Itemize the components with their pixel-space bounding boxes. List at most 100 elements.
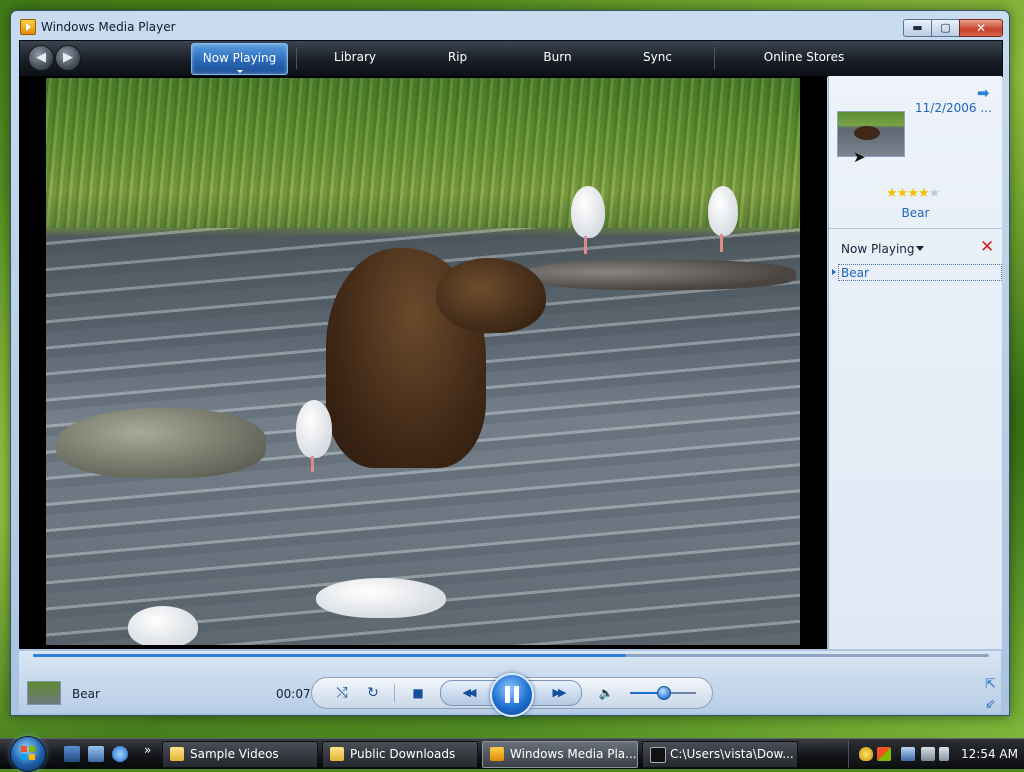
tab-rip[interactable]: Rip: [415, 43, 500, 73]
current-media-title: Bear: [72, 687, 100, 701]
nav-divider: [714, 47, 715, 69]
video-grass: [46, 78, 800, 228]
close-icon: ✕: [975, 21, 987, 35]
security-shield-icon[interactable]: [859, 747, 873, 761]
security-center-icon[interactable]: [877, 747, 891, 761]
folder-icon: [330, 747, 344, 761]
show-desktop-icon[interactable]: [64, 746, 80, 762]
video-frame-bear-in-river: [46, 78, 800, 645]
tab-label: Rip: [447, 50, 468, 64]
video-rock: [56, 408, 266, 478]
tab-label: Burn: [543, 50, 572, 64]
video-gull-leg: [584, 236, 587, 254]
video-gull: [128, 606, 198, 645]
video-gull: [316, 578, 446, 618]
network-icon[interactable]: [901, 747, 915, 761]
taskbar-item-media-player[interactable]: Windows Media Pla...: [482, 741, 638, 768]
tab-now-playing[interactable]: Now Playing: [191, 43, 288, 75]
mute-button[interactable]: 🔈: [595, 683, 617, 703]
star-filled-icon[interactable]: ★: [897, 186, 909, 201]
taskbar-item-sample-videos[interactable]: Sample Videos: [162, 741, 318, 768]
system-clock[interactable]: 12:54 AM: [961, 747, 1018, 761]
star-filled-icon[interactable]: ★: [918, 186, 930, 201]
now-playing-list-menu[interactable]: Now Playing: [841, 242, 915, 256]
minimize-button[interactable]: ▬: [903, 19, 931, 37]
window-title: Windows Media Player: [41, 20, 176, 34]
window-controls: ▬ ▢ ✕: [903, 19, 1003, 37]
tab-sync[interactable]: Sync: [610, 43, 705, 73]
video-rock: [526, 260, 796, 290]
command-prompt-icon: [650, 747, 666, 763]
list-pane: ➡ 11/2/2006 ... ➤ ★★★★★ Bear Now Playing…: [828, 76, 1002, 649]
star-rating[interactable]: ★★★★★: [886, 186, 941, 201]
next-button[interactable]: ▶▶: [541, 683, 575, 703]
playback-controls: Bear 00:07 ⤭ ↻ ■ ◀◀ ▶▶ 🔈 ⇱ ⇙: [19, 651, 1001, 717]
clear-list-icon[interactable]: ✕: [980, 237, 994, 257]
windows-logo-icon: [21, 746, 35, 760]
video-gull-leg: [311, 456, 314, 472]
tab-label: Sync: [643, 50, 672, 64]
back-button[interactable]: ◀: [28, 45, 54, 71]
video-gull: [571, 186, 605, 238]
forward-arrow-icon: ▶: [63, 50, 73, 65]
folder-icon: [170, 747, 184, 761]
now-playing-marker-icon: [832, 269, 836, 275]
start-button[interactable]: [10, 736, 46, 772]
taskbar-item-label: Windows Media Pla...: [510, 747, 637, 761]
video-gull: [708, 186, 738, 236]
volume-muted-icon[interactable]: [921, 747, 935, 761]
power-icon[interactable]: [939, 747, 949, 761]
taskbar-item-label: Sample Videos: [190, 747, 279, 761]
seek-progress: [33, 654, 626, 657]
previous-button[interactable]: ◀◀: [451, 683, 485, 703]
video-gull-leg: [720, 234, 723, 252]
media-title[interactable]: Bear: [829, 206, 1002, 220]
nav-divider: [296, 47, 297, 69]
playlist-item[interactable]: Bear: [838, 264, 1002, 281]
elapsed-time: 00:07: [276, 687, 311, 701]
tab-online-stores[interactable]: Online Stores: [730, 43, 878, 73]
media-player-icon: [490, 747, 504, 761]
quicklaunch-chevron[interactable]: »: [144, 743, 151, 757]
tab-label: Now Playing: [202, 51, 277, 65]
maximize-button[interactable]: ▢: [931, 19, 959, 37]
switch-windows-icon[interactable]: [88, 746, 104, 762]
taskbar-item-command-prompt[interactable]: C:\Users\vista\Dow...: [642, 741, 798, 768]
pause-button[interactable]: [490, 673, 534, 717]
title-bar[interactable]: Windows Media Player ▬ ▢ ✕: [11, 11, 1009, 39]
notification-area: 12:54 AM: [848, 740, 1024, 768]
pane-divider: [829, 228, 1002, 229]
media-date: 11/2/2006 ...: [915, 101, 992, 115]
volume-knob[interactable]: [657, 686, 671, 700]
minimize-icon: ▬: [912, 21, 923, 34]
chevron-down-icon[interactable]: [916, 246, 924, 251]
repeat-button[interactable]: ↻: [362, 683, 384, 703]
star-filled-icon[interactable]: ★: [886, 186, 898, 201]
tab-label: Online Stores: [763, 50, 845, 64]
stop-button[interactable]: ■: [407, 683, 429, 703]
tab-burn[interactable]: Burn: [510, 43, 605, 73]
star-filled-icon[interactable]: ★: [907, 186, 919, 201]
video-display[interactable]: [19, 76, 827, 649]
taskbar-item-label: C:\Users\vista\Dow...: [670, 747, 794, 761]
pause-icon: [505, 686, 510, 703]
album-art-thumbnail[interactable]: [837, 111, 905, 157]
taskbar: » Sample Videos Public Downloads Windows…: [0, 736, 1024, 772]
minimize-to-taskbar-icon[interactable]: ⇙: [985, 697, 996, 712]
internet-explorer-icon[interactable]: [112, 746, 128, 762]
seek-bar[interactable]: [33, 654, 989, 657]
tab-library[interactable]: Library: [305, 43, 405, 73]
video-bear-head: [436, 258, 546, 333]
current-media-thumbnail: [27, 681, 61, 705]
show-list-arrow-icon[interactable]: ➡: [977, 84, 990, 102]
switch-to-skin-icon[interactable]: ⇱: [985, 677, 996, 692]
maximize-icon: ▢: [940, 21, 951, 34]
shuffle-button[interactable]: ⤭: [331, 683, 353, 703]
media-player-window: Windows Media Player ▬ ▢ ✕ ◀ ▶ Now Playi…: [10, 10, 1010, 717]
star-empty-icon[interactable]: ★: [929, 186, 941, 201]
transport-controls: ⤭ ↻ ■ ◀◀ ▶▶ 🔈: [311, 673, 713, 717]
thumbnail-bear: [854, 126, 880, 140]
taskbar-item-public-downloads[interactable]: Public Downloads: [322, 741, 478, 768]
forward-button[interactable]: ▶: [55, 45, 81, 71]
close-button[interactable]: ✕: [959, 19, 1003, 37]
